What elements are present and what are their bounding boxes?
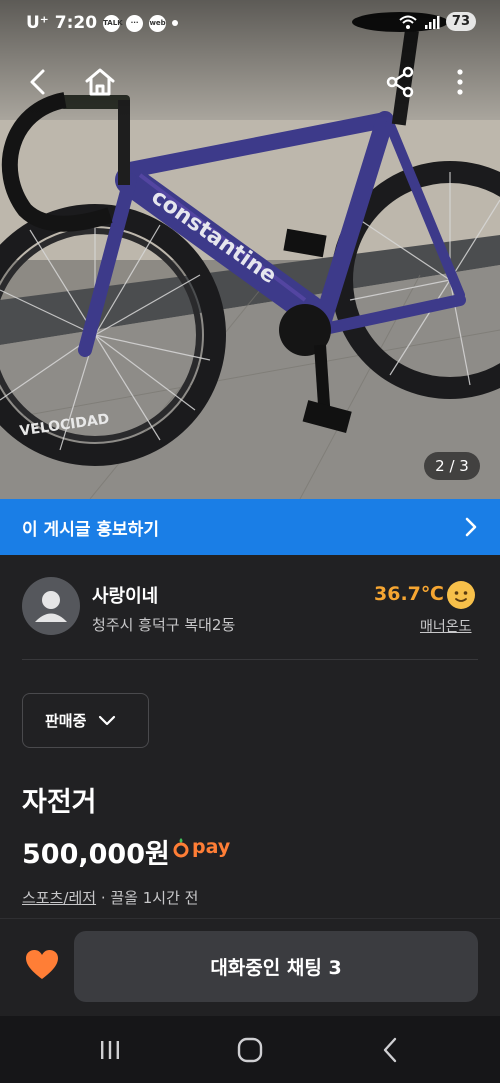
system-home-button[interactable] [230, 1033, 270, 1067]
heart-icon[interactable] [24, 947, 60, 983]
system-back-icon [383, 1037, 397, 1063]
status-bar: U⁺ 7:20 TALK ··· web 73 [0, 0, 500, 50]
active-chats-button[interactable]: 대화중인 채팅 3 [74, 931, 478, 1002]
photo-page-counter: 2 / 3 [424, 452, 480, 480]
share-icon [386, 66, 414, 98]
promote-post-label: 이 게시글 홍보하기 [22, 519, 159, 540]
web-icon: web [149, 14, 167, 32]
manner-temperature: 36.7℃ [374, 583, 444, 605]
avatar[interactable] [22, 577, 80, 635]
home-button[interactable] [80, 62, 120, 102]
talk-icon: TALK [103, 14, 123, 32]
chevron-left-icon [30, 69, 45, 95]
recent-apps-icon [101, 1041, 119, 1059]
chevron-right-icon [465, 517, 477, 537]
sale-status-label: 판매중 [45, 712, 87, 730]
item-price: 500,000원 [22, 839, 170, 870]
item-title: 자전거 [22, 787, 97, 818]
chat-icon: ··· [126, 14, 144, 32]
bump-time: · 끌올 1시간 전 [100, 889, 199, 907]
item-meta: 스포츠/레저 · 끌올 1시간 전 [22, 887, 198, 908]
manner-temperature-link[interactable]: 매너온도 [420, 616, 472, 636]
system-back-button[interactable] [370, 1033, 410, 1067]
category-link[interactable]: 스포츠/레저 [22, 889, 96, 907]
wifi-icon [399, 15, 417, 29]
smile-face-icon [447, 581, 475, 609]
pay-badge: pay [172, 836, 230, 858]
sale-status-dropdown[interactable]: 판매중 [22, 693, 149, 748]
clock: 7:20 [54, 13, 98, 33]
more-vertical-icon [457, 69, 463, 95]
back-button[interactable] [18, 62, 58, 102]
seller-name[interactable]: 사랑이네 [92, 582, 158, 608]
chevron-down-icon [99, 715, 116, 725]
seller-location: 청주시 흥덕구 복대2동 [92, 616, 236, 634]
system-home-icon [237, 1037, 263, 1063]
more-notifications-dot [172, 20, 179, 26]
carrier-label: U⁺ [26, 13, 49, 33]
signal-icon [424, 15, 440, 29]
home-icon [85, 68, 115, 96]
pay-label: pay [192, 836, 231, 858]
more-options-button[interactable] [440, 62, 480, 102]
system-navigation-bar [0, 1016, 500, 1083]
default-profile-icon [35, 591, 67, 622]
recent-apps-button[interactable] [90, 1033, 130, 1067]
product-photo[interactable]: VELOCIDAD constantine U⁺ 7:20 TALK ··· w… [0, 0, 500, 499]
battery-indicator: 73 [445, 12, 476, 31]
carrot-pay-icon [173, 838, 189, 858]
share-button[interactable] [380, 62, 420, 102]
divider [22, 659, 478, 660]
promote-post-banner[interactable]: 이 게시글 홍보하기 [0, 499, 500, 555]
